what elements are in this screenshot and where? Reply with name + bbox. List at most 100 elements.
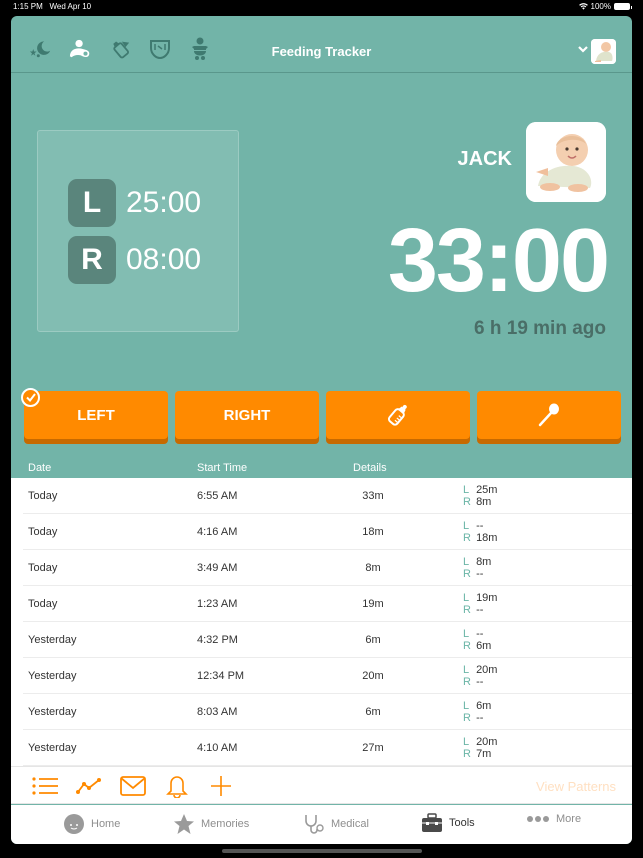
row-duration: 6m <box>365 634 381 646</box>
left-badge: L <box>68 179 116 227</box>
right-button-label: RIGHT <box>223 406 271 424</box>
row-date: Yesterday <box>28 742 77 754</box>
total-timer: 33:00 <box>387 211 610 311</box>
header: Feeding Tracker <box>11 16 632 73</box>
left-value: 25m <box>476 484 498 496</box>
left-label: L <box>463 556 470 568</box>
tab-medical-label: Medical <box>331 818 369 830</box>
row-duration: 19m <box>362 598 384 610</box>
right-button[interactable]: RIGHT <box>175 391 319 439</box>
row-start-time: 4:10 AM <box>197 742 238 754</box>
row-date: Today <box>28 562 58 574</box>
tab-more[interactable]: More <box>526 813 581 825</box>
status-right: 100% <box>578 2 632 11</box>
more-icon <box>527 816 549 822</box>
tab-bar: Home Memories Medical Tools More <box>11 805 632 844</box>
mail-icon[interactable] <box>119 774 147 798</box>
page-title: Feeding Tracker <box>271 44 372 59</box>
baby-name: JACK <box>457 148 512 170</box>
left-label: L <box>463 592 470 604</box>
left-label: L <box>463 736 470 748</box>
header-details: Details <box>353 462 387 474</box>
list-icon[interactable] <box>31 774 59 798</box>
status-time: 1:15 PM Wed Apr 10 <box>13 2 92 11</box>
right-value: -- <box>476 712 484 724</box>
row-date: Today <box>28 598 58 610</box>
left-value: 20m <box>476 664 498 676</box>
bell-icon[interactable] <box>163 774 191 798</box>
app-window: Feeding Tracker L 25:00 R 08:00 JACK 33:… <box>11 16 632 844</box>
left-value: 19m <box>476 592 498 604</box>
left-value: -- <box>476 520 484 532</box>
right-value: 18m <box>476 532 498 544</box>
row-date: Today <box>28 490 58 502</box>
right-label: R <box>463 676 471 688</box>
baby-photo[interactable] <box>526 122 606 202</box>
home-indicator[interactable] <box>222 849 422 853</box>
plus-icon[interactable] <box>207 774 235 798</box>
battery-icon <box>614 3 632 10</box>
left-label: L <box>463 628 470 640</box>
row-start-time: 8:03 AM <box>197 706 238 718</box>
status-bar: 1:15 PM Wed Apr 10 100% <box>0 0 643 14</box>
tab-tools[interactable]: Tools <box>421 813 475 833</box>
row-duration: 8m <box>365 562 381 574</box>
right-value: -- <box>476 568 484 580</box>
tab-home[interactable]: Home <box>63 813 120 835</box>
battery-percent: 100% <box>590 2 611 11</box>
left-button[interactable]: LEFT <box>21 388 168 439</box>
left-value: 20m <box>476 736 498 748</box>
row-side-details: L 6m R -- <box>463 700 491 724</box>
table-row[interactable]: Yesterday 8:03 AM 6m L 6m R -- <box>23 694 632 730</box>
right-duration: 08:00 <box>126 243 202 276</box>
wifi-icon <box>578 3 588 10</box>
row-start-time: 3:49 AM <box>197 562 238 574</box>
row-start-time: 12:34 PM <box>197 670 245 682</box>
bottle-button[interactable] <box>326 391 470 439</box>
table-row[interactable]: Today 3:49 AM 8m L 8m R -- <box>23 550 632 586</box>
feeding-actions: LEFT RIGHT <box>21 388 621 439</box>
tab-memories[interactable]: Memories <box>173 813 249 835</box>
left-duration: 25:00 <box>126 186 202 219</box>
right-label: R <box>463 604 471 616</box>
star-icon <box>174 814 194 834</box>
tab-home-label: Home <box>91 818 121 830</box>
left-label: L <box>463 664 470 676</box>
row-side-details: L -- R 18m <box>463 520 497 544</box>
view-patterns-link[interactable]: View Patterns <box>536 779 616 794</box>
table-row[interactable]: Yesterday 4:32 PM 6m L -- R 6m <box>23 622 632 658</box>
right-side-summary: R 08:00 <box>68 236 201 284</box>
right-value: -- <box>476 676 484 688</box>
stethoscope-icon <box>305 815 324 834</box>
table-row[interactable]: Yesterday 12:34 PM 20m L 20m R -- <box>23 658 632 694</box>
left-label: L <box>463 484 470 496</box>
table-row[interactable]: Today 6:55 AM 33m L 25m R 8m <box>23 478 632 514</box>
right-badge: R <box>68 236 116 284</box>
left-value: -- <box>476 628 484 640</box>
tab-medical[interactable]: Medical <box>303 813 369 835</box>
side-summary-panel: L 25:00 R 08:00 <box>37 130 239 332</box>
tab-more-label: More <box>556 813 582 825</box>
table-row[interactable]: Today 4:16 AM 18m L -- R 18m <box>23 514 632 550</box>
chevron-down-icon[interactable] <box>578 45 588 56</box>
row-duration: 18m <box>362 526 384 538</box>
baby-avatar-small[interactable] <box>591 39 616 64</box>
chart-icon[interactable] <box>75 774 103 798</box>
left-button-label: LEFT <box>77 406 115 424</box>
row-duration: 20m <box>362 670 384 682</box>
toolbox-icon <box>422 813 442 832</box>
right-label: R <box>463 496 471 508</box>
row-duration: 33m <box>362 490 384 502</box>
table-row[interactable]: Yesterday 4:10 AM 27m L 20m R 7m <box>23 730 632 766</box>
row-date: Today <box>28 526 58 538</box>
left-label: L <box>463 700 470 712</box>
row-start-time: 4:32 PM <box>197 634 238 646</box>
row-side-details: L -- R 6m <box>463 628 491 652</box>
row-side-details: L 19m R -- <box>463 592 497 616</box>
left-value: 6m <box>476 700 492 712</box>
baby-face-icon <box>64 814 84 834</box>
right-label: R <box>463 712 471 724</box>
table-row[interactable]: Today 1:23 AM 19m L 19m R -- <box>23 586 632 622</box>
solids-button[interactable] <box>477 391 621 439</box>
feeding-history-table[interactable]: Today 6:55 AM 33m L 25m R 8m Today 4:16 A… <box>11 478 632 766</box>
